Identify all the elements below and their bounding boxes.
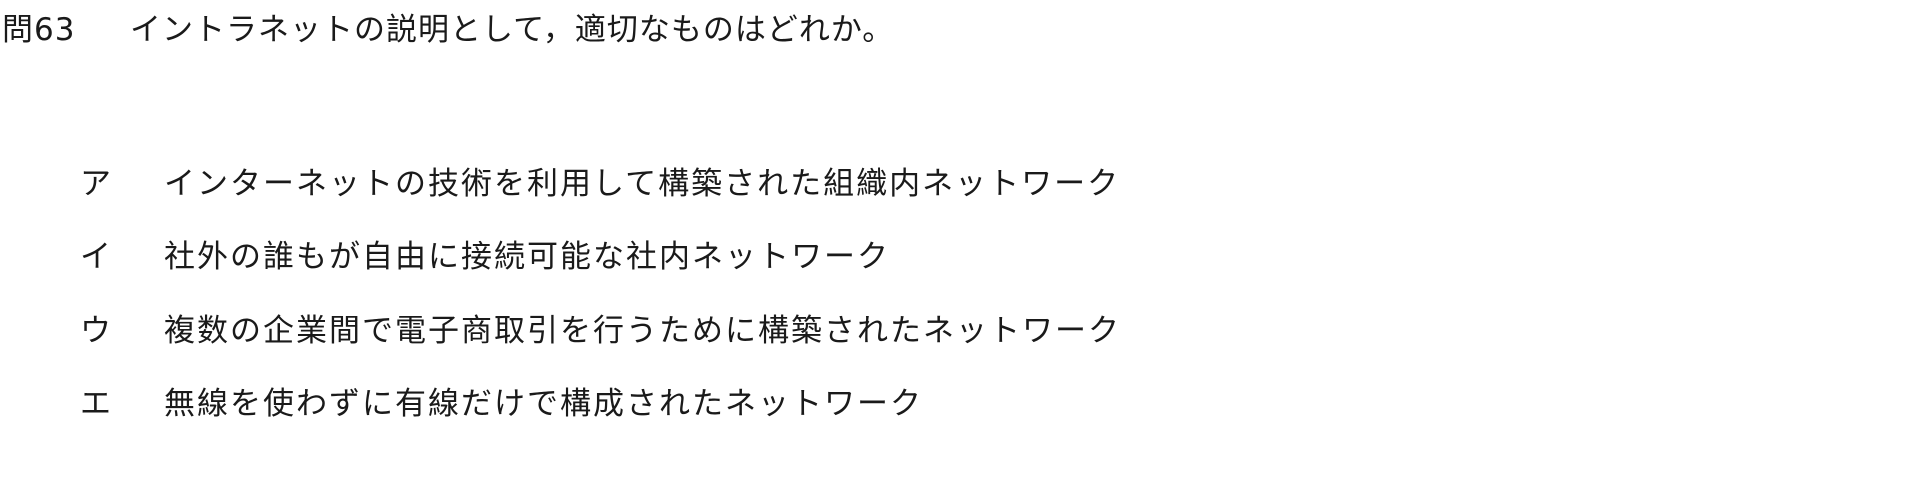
question-header: 問63 イントラネットの説明として，適切なものはどれか。: [2, 2, 894, 50]
question-number: 問63: [2, 11, 76, 48]
exam-page: 問63 イントラネットの説明として，適切なものはどれか。 ア インターネットの技…: [0, 0, 1915, 484]
question-text: イントラネットの説明として，適切なものはどれか。: [130, 11, 895, 48]
choice-mark: イ: [80, 239, 113, 275]
choice-mark: ウ: [80, 312, 113, 349]
choice-a: ア インターネットの技術を利用して構築された組織内ネットワーク: [80, 160, 1121, 202]
choice-text: 無線を使わずに有線だけで構成されたネットワーク: [164, 386, 923, 422]
answer-choices: ア インターネットの技術を利用して構築された組織内ネットワーク イ 社外の誰もが…: [80, 160, 1121, 454]
choice-u: ウ 複数の企業間で電子商取引を行うために構築されたネットワーク: [80, 307, 1121, 349]
choice-mark: エ: [80, 386, 113, 422]
choice-text: 社外の誰もが自由に接続可能な社内ネットワーク: [164, 239, 890, 275]
choice-i: イ 社外の誰もが自由に接続可能な社内ネットワーク: [80, 234, 1121, 275]
choice-mark: ア: [80, 165, 113, 202]
choice-text: インターネットの技術を利用して構築された組織内ネットワーク: [164, 165, 1121, 202]
choice-e: エ 無線を使わずに有線だけで構成されたネットワーク: [80, 381, 1121, 422]
choice-text: 複数の企業間で電子商取引を行うために構築されたネットワーク: [164, 312, 1121, 349]
